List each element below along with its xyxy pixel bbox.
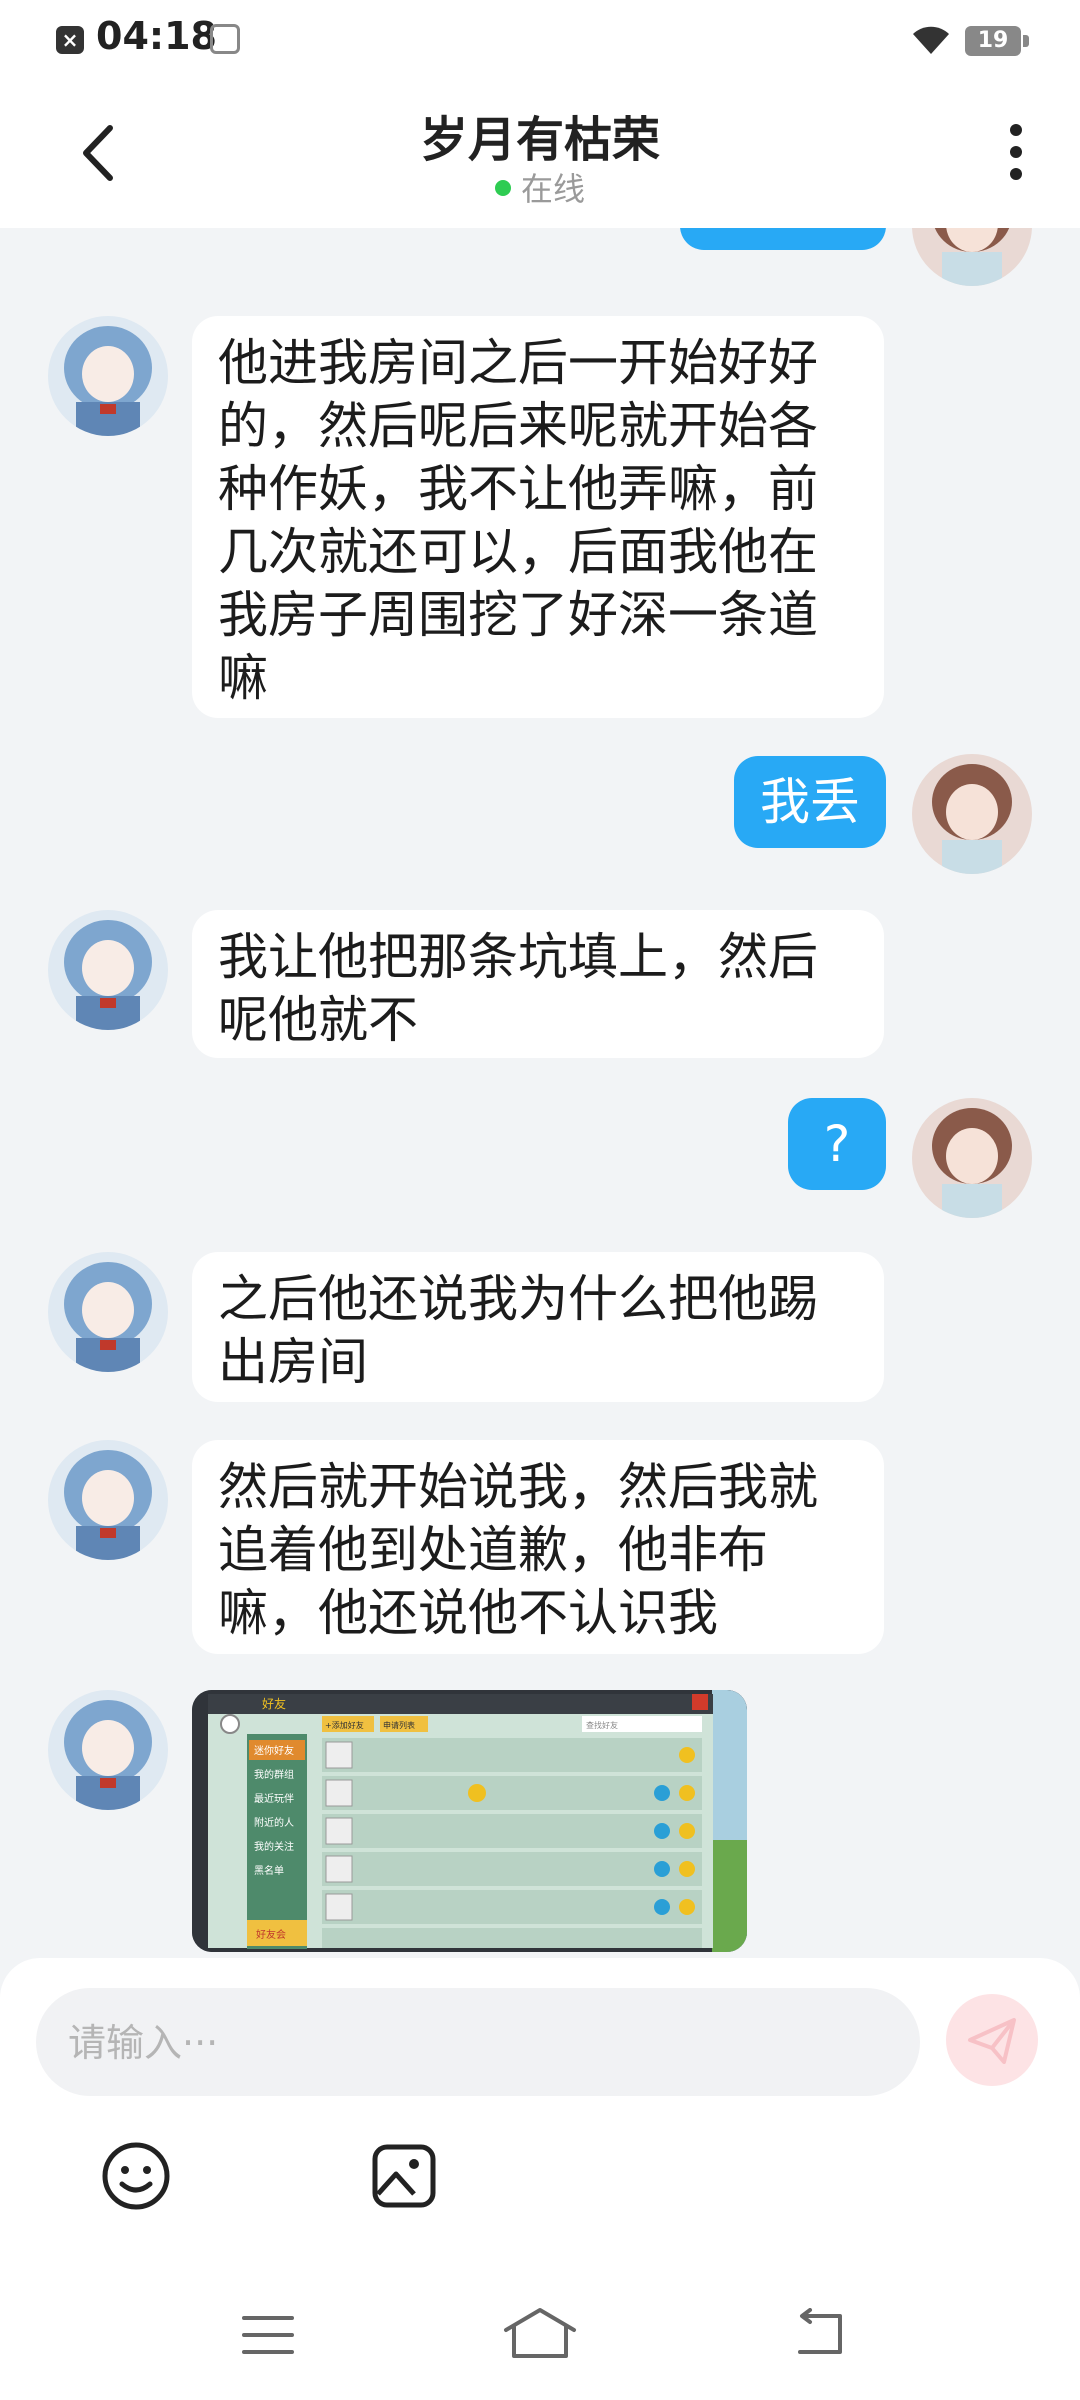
menu-icon[interactable] — [240, 2310, 296, 2360]
image-button[interactable] — [370, 2142, 438, 2210]
message-text: 我丢 — [760, 773, 860, 831]
image-search-field: 查找好友 — [586, 1720, 618, 1730]
back-nav-icon[interactable] — [790, 2308, 850, 2360]
message-bubble-outgoing[interactable]: 我丢 — [734, 756, 886, 848]
more-options-button[interactable] — [996, 124, 1036, 188]
image-menu-item: 最近玩伴 — [254, 1792, 294, 1805]
more-dot — [1010, 146, 1022, 158]
status-time: 04:18 — [96, 14, 217, 58]
status-bar: × 04:18 19 — [0, 0, 1080, 80]
image-menu-item: 我的群组 — [254, 1768, 294, 1781]
image-menu-item: 迷你好友 — [254, 1744, 294, 1757]
online-dot-icon — [494, 180, 511, 196]
message-bubble[interactable]: 之后他还说我为什么把他踢出房间 — [192, 1252, 884, 1402]
system-navigation-bar — [0, 2280, 1080, 2400]
home-icon[interactable] — [500, 2304, 580, 2364]
battery-icon: 19 — [965, 26, 1029, 56]
message-text: 之后他还说我为什么把他踢出房间 — [218, 1270, 818, 1391]
send-icon — [968, 2018, 1016, 2064]
emoji-button[interactable] — [100, 2140, 172, 2212]
notification-close-icon: × — [56, 26, 84, 54]
message-bubble[interactable]: 我让他把那条坑填上，然后呢他就不 — [192, 910, 884, 1058]
image-tab-title: 好友 — [262, 1697, 286, 1711]
message-bubble[interactable]: 他进我房间之后一开始好好的，然后呢后来呢就开始各种作妖，我不让他弄嘛，前几次就还… — [192, 316, 884, 718]
online-status: 在线 — [0, 164, 1080, 210]
more-dot — [1010, 168, 1022, 180]
game-screenshot-image: 好友 迷你好友 我的群组 最近玩伴 附近的人 我的关注 黑名单 好友会 +添加好… — [192, 1690, 747, 1952]
message-bubble-partial[interactable] — [680, 228, 886, 250]
message-bubble-outgoing[interactable]: ? — [788, 1098, 886, 1190]
image-message[interactable]: 好友 迷你好友 我的群组 最近玩伴 附近的人 我的关注 黑名单 好友会 +添加好… — [192, 1690, 747, 1952]
online-status-label: 在线 — [520, 170, 585, 208]
message-text: 我让他把那条坑填上，然后呢他就不 — [218, 928, 818, 1049]
chat-history[interactable]: 他进我房间之后一开始好好的，然后呢后来呢就开始各种作妖，我不让他弄嘛，前几次就还… — [0, 228, 1080, 1958]
contact-avatar[interactable] — [48, 910, 168, 1030]
my-avatar[interactable] — [912, 228, 1032, 286]
image-menu-item: 我的关注 — [254, 1840, 294, 1853]
message-input[interactable] — [66, 2014, 890, 2072]
contact-avatar[interactable] — [48, 1252, 168, 1372]
chat-header: 岁月有枯荣 在线 — [0, 80, 1080, 228]
my-avatar[interactable] — [912, 754, 1032, 874]
contact-avatar[interactable] — [48, 1690, 168, 1810]
message-text: ? — [823, 1115, 851, 1173]
image-badge: 好友会 — [256, 1928, 286, 1941]
my-avatar[interactable] — [912, 1098, 1032, 1218]
contact-avatar[interactable] — [48, 1440, 168, 1560]
message-text: 他进我房间之后一开始好好的，然后呢后来呢就开始各种作妖，我不让他弄嘛，前几次就还… — [218, 334, 818, 707]
contact-avatar[interactable] — [48, 316, 168, 436]
app-notification-icon — [210, 24, 240, 54]
battery-level: 19 — [977, 28, 1009, 53]
more-dot — [1010, 124, 1022, 136]
image-menu-item: 附近的人 — [254, 1816, 294, 1829]
message-bubble[interactable]: 然后就开始说我，然后我就追着他到处道歉，他非布嘛，他还说他不认识我 — [192, 1440, 884, 1654]
image-menu-item: 黑名单 — [254, 1864, 284, 1877]
wifi-icon — [913, 26, 949, 54]
image-request-button: 申请列表 — [383, 1720, 415, 1730]
image-add-button: +添加好友 — [325, 1720, 364, 1730]
send-button[interactable] — [946, 1994, 1038, 2086]
message-input-wrapper[interactable] — [36, 1988, 920, 2096]
message-text: 然后就开始说我，然后我就追着他到处道歉，他非布嘛，他还说他不认识我 — [218, 1458, 818, 1642]
contact-name: 岁月有枯荣 — [419, 112, 660, 168]
